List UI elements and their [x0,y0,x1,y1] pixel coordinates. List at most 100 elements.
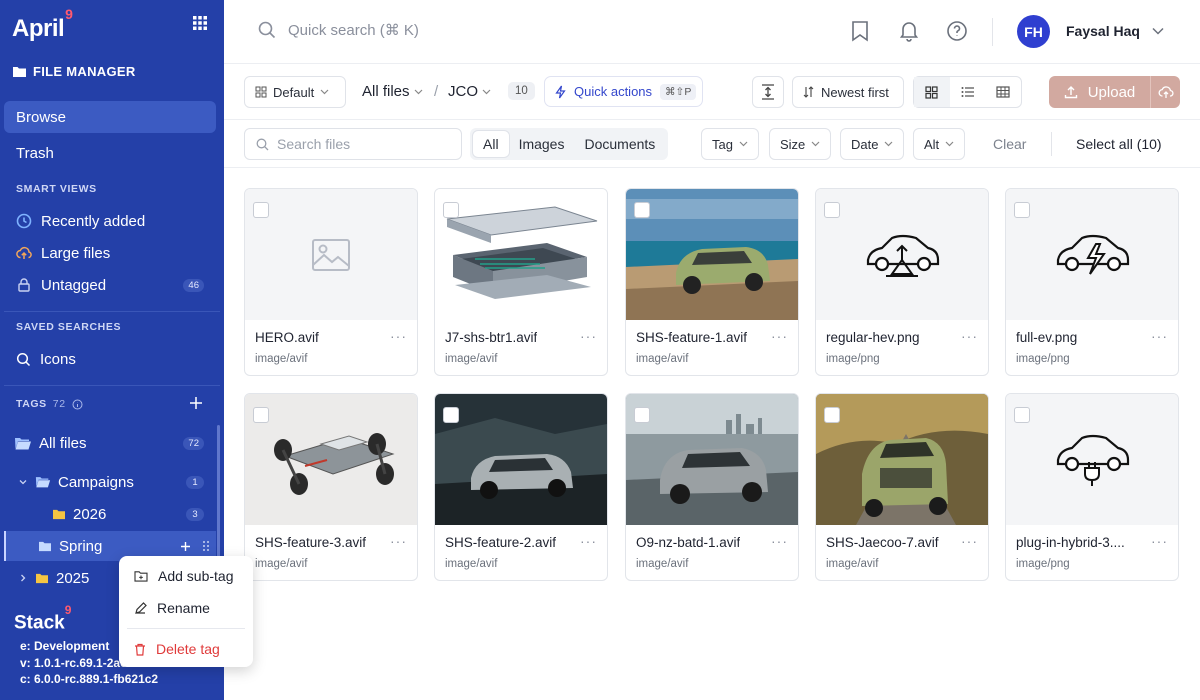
grid-view-button[interactable] [914,77,950,107]
chevron-down-icon[interactable] [18,477,28,487]
menu-rename[interactable]: Rename [119,592,253,624]
chevron-right-icon[interactable] [18,573,28,583]
file-card[interactable]: HERO.avif ··· image/avif [244,188,418,376]
bell-icon[interactable] [899,20,919,42]
more-options-icon[interactable]: ··· [1151,533,1168,549]
select-all-button[interactable]: Select all (10) [1076,136,1162,152]
tag-2026[interactable]: 2026 3 [4,499,216,529]
file-card[interactable]: SHS-Jaecoo-7.avif ··· image/avif [815,393,989,581]
smart-view-recently-added[interactable]: Recently added [4,205,216,237]
file-card[interactable]: SHS-feature-1.avif ··· image/avif [625,188,799,376]
chevron-down-icon[interactable] [1152,27,1164,35]
quick-search[interactable]: Quick search (⌘ K) [258,21,419,39]
app-logo[interactable]: April9 [12,6,73,43]
file-card[interactable]: O9-nz-batd-1.avif ··· image/avif [625,393,799,581]
nav-trash[interactable]: Trash [4,137,216,169]
folder-icon [53,509,65,520]
file-search-input[interactable]: Search files [244,128,462,160]
all-files-count-badge: 72 [183,436,204,450]
clear-filters-button[interactable]: Clear [993,136,1026,152]
file-card[interactable]: SHS-feature-2.avif ··· image/avif [434,393,608,581]
date-filter-dropdown[interactable]: Date [840,128,905,160]
size-filter-dropdown[interactable]: Size [769,128,832,160]
tab-documents[interactable]: Documents [574,131,665,157]
fit-height-icon [762,84,774,100]
app-grid-icon[interactable] [192,15,208,31]
sort-dropdown[interactable]: Newest first [792,76,904,108]
table-view-button[interactable] [985,77,1021,107]
file-checkbox[interactable] [824,202,840,218]
file-name: plug-in-hybrid-3.... [1016,535,1125,550]
bookmark-icon[interactable] [851,20,869,42]
file-name: SHS-feature-2.avif [445,535,557,550]
clock-icon [16,213,32,229]
file-checkbox[interactable] [634,407,650,423]
tab-images[interactable]: Images [509,131,575,157]
more-options-icon[interactable]: ··· [771,328,788,344]
file-checkbox[interactable] [1014,407,1030,423]
file-type: image/png [1016,353,1070,365]
more-options-icon[interactable]: ··· [390,328,407,344]
tab-all[interactable]: All [473,131,509,157]
env-label: e: Development [20,639,110,653]
file-name: full-ev.png [1016,330,1078,345]
file-checkbox[interactable] [634,202,650,218]
file-checkbox[interactable] [443,407,459,423]
quick-actions-button[interactable]: Quick actions ⌘⇧P [544,76,704,107]
more-options-icon[interactable]: ··· [390,533,407,549]
toolbar: Default All files / JCO 10 Quick actions… [224,64,1200,120]
chevron-down-icon [482,89,491,94]
more-options-icon[interactable]: ··· [961,533,978,549]
more-options-icon[interactable]: ··· [961,328,978,344]
file-checkbox[interactable] [253,202,269,218]
filter-bar: Search files All Images Documents Tag Si… [224,120,1200,168]
avatar[interactable]: FH [1017,15,1050,48]
nav-browse[interactable]: Browse [4,101,216,133]
list-view-button[interactable] [950,77,986,107]
help-icon[interactable] [946,20,968,42]
tag-all-files[interactable]: All files 72 [4,428,216,458]
alt-filter-dropdown[interactable]: Alt [913,128,966,160]
more-options-icon[interactable]: ··· [580,328,597,344]
more-options-icon[interactable]: ··· [1151,328,1168,344]
drag-handle-icon[interactable] [202,540,210,552]
file-checkbox[interactable] [1014,202,1030,218]
cloud-upload-button[interactable] [1150,76,1180,108]
file-checkbox[interactable] [253,407,269,423]
add-icon[interactable] [180,541,191,552]
breadcrumb-current[interactable]: JCO [448,83,491,100]
more-options-icon[interactable]: ··· [580,533,597,549]
file-card[interactable]: regular-hev.png ··· image/png [815,188,989,376]
upload-icon [1064,86,1077,99]
tag-campaigns[interactable]: Campaigns 1 [4,467,216,497]
chevron-down-icon [739,141,748,147]
view-mode-group [913,76,1022,108]
more-options-icon[interactable]: ··· [771,533,788,549]
info-icon[interactable] [72,399,83,410]
fit-height-button[interactable] [752,76,784,108]
breadcrumb-root[interactable]: All files [362,83,423,100]
file-card[interactable]: J7-shs-btr1.avif ··· image/avif [434,188,608,376]
menu-add-sub-tag[interactable]: Add sub-tag [119,560,253,592]
file-card[interactable]: SHS-feature-3.avif ··· image/avif [244,393,418,581]
file-checkbox[interactable] [443,202,459,218]
file-card[interactable]: full-ev.png ··· image/png [1005,188,1179,376]
file-checkbox[interactable] [824,407,840,423]
cloud-upload-icon [1158,86,1174,98]
smart-view-large-files[interactable]: Large files [4,237,216,269]
add-tag-icon[interactable] [189,396,203,410]
stack-logo: Stack9 [14,603,72,634]
folder-plus-icon [134,571,148,582]
upload-button[interactable]: Upload [1049,76,1180,108]
file-card[interactable]: plug-in-hybrid-3.... ··· image/png [1005,393,1179,581]
user-name[interactable]: Faysal Haq [1066,23,1140,39]
chevron-down-icon [945,141,954,147]
smart-view-untagged[interactable]: Untagged 46 [4,269,216,301]
menu-delete-tag[interactable]: Delete tag [119,633,253,665]
saved-search-icons[interactable]: Icons [4,343,216,375]
version-v-label: v: 1.0.1-rc.69.1-2ae [20,656,127,670]
folder-icon [36,573,48,584]
electric-car-icon [1056,234,1130,275]
view-preset-dropdown[interactable]: Default [244,76,346,108]
tag-filter-dropdown[interactable]: Tag [701,128,759,160]
